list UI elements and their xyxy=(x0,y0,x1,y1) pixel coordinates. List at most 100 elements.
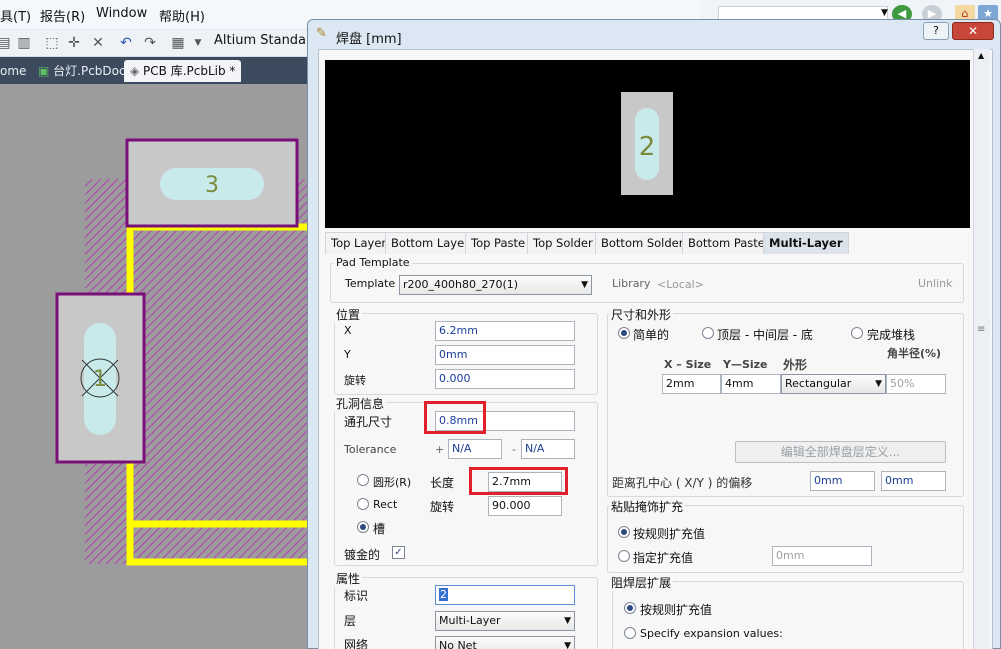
plated-checkbox[interactable]: ✓ xyxy=(392,546,405,559)
tolerance-minus-input[interactable]: N/A xyxy=(521,439,575,459)
offset-label: 距离孔中心 ( X/Y ) 的偏移 xyxy=(612,476,753,490)
shape-select[interactable]: Rectangular ▼ xyxy=(781,374,886,394)
redo-icon[interactable]: ↷ xyxy=(140,33,160,53)
pcb-canvas[interactable]: 3 1 xyxy=(0,84,310,649)
highlight-box xyxy=(469,467,568,495)
grid-icon[interactable]: ▦ xyxy=(168,33,188,53)
solder-rule-label: 按规则扩充值 xyxy=(640,603,713,617)
slot-rotation-label: 旋转 xyxy=(430,500,455,514)
offset-x-input[interactable]: 0mm xyxy=(810,471,875,491)
help-button[interactable]: ? xyxy=(923,22,949,40)
offset-y-input[interactable]: 0mm xyxy=(881,471,946,491)
menu-reports[interactable]: 报告(R) xyxy=(40,6,85,25)
library-icon: ◈ xyxy=(130,64,144,78)
shape-value: Rectangular xyxy=(785,377,852,390)
full-stack-radio[interactable] xyxy=(851,327,863,339)
plated-label: 镀金的 xyxy=(344,548,381,562)
length-label: 长度 xyxy=(430,476,455,490)
solder-specify-radio[interactable] xyxy=(624,627,636,639)
chevron-down-icon: ▼ xyxy=(564,641,571,649)
chevron-down-icon[interactable]: ▼ xyxy=(188,33,208,53)
close-button[interactable]: ✕ xyxy=(952,22,994,40)
net-value: No Net xyxy=(439,639,477,649)
tab-bottom-solder[interactable]: Bottom Solder xyxy=(595,232,690,254)
x-label: X xyxy=(344,324,352,337)
simple-label: 简单的 xyxy=(633,328,670,342)
tolerance-plus-input[interactable]: N/A xyxy=(448,439,502,459)
document-tabs: ome ▣ 台灯.PcbDoc ◈ PCB 库.PcbLib * xyxy=(0,57,310,84)
top-mid-bottom-radio[interactable] xyxy=(702,327,714,339)
copy-icon[interactable]: ▥ xyxy=(14,33,34,53)
hole-info-group-label: 孔洞信息 xyxy=(334,395,387,412)
paste-icon[interactable]: ▤ xyxy=(0,33,14,53)
library-label: Library xyxy=(612,277,651,290)
designator-input[interactable]: 2 xyxy=(435,585,575,605)
chevron-down-icon[interactable]: ▼ xyxy=(881,8,888,18)
tab-bottom-paste[interactable]: Bottom Paste xyxy=(682,232,771,254)
library-value: <Local> xyxy=(657,278,704,291)
pad-1-designator: 1 xyxy=(93,367,107,392)
ysize-input[interactable]: 4mm xyxy=(721,374,781,394)
paste-rule-radio[interactable] xyxy=(618,526,630,538)
xsize-input[interactable]: 2mm xyxy=(662,374,721,394)
pad-template-group-label: Pad Template xyxy=(334,256,412,269)
shape-header: 外形 xyxy=(783,358,808,372)
tab-top-solder[interactable]: Top Solder xyxy=(527,232,599,254)
net-select[interactable]: No Net ▼ xyxy=(435,636,575,649)
paste-specified-input[interactable]: 0mm xyxy=(772,546,872,566)
move-icon[interactable]: ✛ xyxy=(64,33,84,53)
unlink-button[interactable]: Unlink xyxy=(918,277,952,290)
tab-pcbdoc[interactable]: ▣ 台灯.PcbDoc xyxy=(32,60,132,82)
layer-select[interactable]: Multi-Layer ▼ xyxy=(435,611,575,631)
pcb-icon: ▣ xyxy=(38,64,54,78)
y-input[interactable]: 0mm xyxy=(435,345,575,365)
solder-rule-radio[interactable] xyxy=(624,602,636,614)
rect-radio[interactable] xyxy=(357,498,369,510)
tab-multi-layer[interactable]: Multi-Layer xyxy=(763,232,849,254)
layer-tabs: Top Layer Bottom Layer Top Paste Top Sol… xyxy=(325,232,970,254)
menu-window[interactable]: Window xyxy=(96,6,147,21)
corner-radius-input[interactable]: 50% xyxy=(886,374,946,394)
edit-all-pad-layers-button[interactable]: 编辑全部焊盘层定义... xyxy=(735,441,946,463)
xsize-header: X – Size xyxy=(664,358,712,371)
dialog-title: 焊盘 [mm] xyxy=(336,32,402,47)
tab-label: 台灯.PcbDoc xyxy=(53,64,126,78)
minus-sign: - xyxy=(512,443,516,456)
tab-top-paste[interactable]: Top Paste xyxy=(465,232,532,254)
slot-label: 槽 xyxy=(373,522,386,536)
footprint-drawing: 3 1 xyxy=(55,138,310,566)
menu-tools[interactable]: 具(T) xyxy=(0,6,31,25)
highlight-box xyxy=(424,401,486,434)
template-value: r200_400h80_270(1) xyxy=(403,278,519,291)
layer-label: 层 xyxy=(344,614,357,628)
round-label: 圆形(R) xyxy=(373,476,412,489)
paste-specified-label: 指定扩充值 xyxy=(633,551,694,565)
corner-radius-label: 角半径(%) xyxy=(887,347,942,360)
layer-value: Multi-Layer xyxy=(439,614,501,627)
properties-group-label: 属性 xyxy=(334,570,363,587)
simple-radio[interactable] xyxy=(618,327,630,339)
tab-top-layer[interactable]: Top Layer xyxy=(325,232,393,254)
x-input[interactable]: 6.2mm xyxy=(435,321,575,341)
net-label: 网络 xyxy=(344,638,369,649)
menu-help[interactable]: 帮助(H) xyxy=(159,6,205,25)
scroll-up-icon[interactable]: ▲ xyxy=(978,51,984,60)
tab-bottom-layer[interactable]: Bottom Layer xyxy=(385,232,475,254)
dialog-scrollbar[interactable]: ▲ ≡ xyxy=(973,49,990,649)
slot-rotation-input[interactable]: 90.000 xyxy=(488,496,562,516)
cross-select-icon[interactable]: ✕ xyxy=(88,33,108,53)
workspace-standard-label: Altium Standard xyxy=(214,33,320,48)
tab-home[interactable]: ome xyxy=(0,60,32,82)
tab-pcblib[interactable]: ◈ PCB 库.PcbLib * xyxy=(124,60,242,82)
designator-value: 2 xyxy=(439,588,448,601)
template-select[interactable]: r200_400h80_270(1) ▼ xyxy=(399,275,592,295)
select-rect-icon[interactable]: ⬚ xyxy=(42,33,62,53)
undo-icon[interactable]: ↶ xyxy=(116,33,136,53)
scroll-grip-icon[interactable]: ≡ xyxy=(977,324,985,335)
slot-radio[interactable] xyxy=(357,521,369,533)
size-shape-group-label: 尺寸和外形 xyxy=(609,306,674,323)
paste-specified-radio[interactable] xyxy=(618,550,630,562)
tolerance-label: Tolerance xyxy=(344,443,397,456)
rotation-input[interactable]: 0.000 xyxy=(435,369,575,389)
round-radio[interactable] xyxy=(357,474,369,486)
